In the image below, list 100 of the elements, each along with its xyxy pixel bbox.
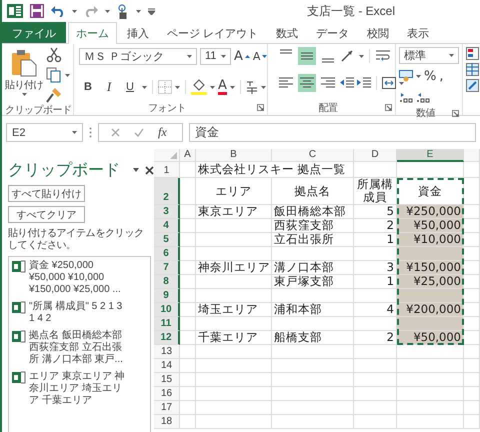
decrease-indent-icon[interactable] — [340, 77, 354, 89]
sheet-cell: 5 — [354, 205, 397, 219]
ribbon-tab[interactable]: ホーム — [68, 22, 117, 44]
pane-options-icon[interactable] — [133, 168, 139, 172]
table-format-icon[interactable] — [466, 63, 479, 76]
caret-icon[interactable] — [142, 86, 147, 88]
font-size-field[interactable]: 11 — [200, 48, 231, 64]
caret-icon[interactable] — [416, 74, 421, 78]
wrap-text-icon[interactable] — [375, 49, 391, 63]
close-icon[interactable] — [145, 166, 154, 174]
sheet-cell — [397, 401, 464, 415]
ribbon-tab[interactable]: 挿入 — [119, 22, 157, 43]
row-header[interactable]: 4 — [154, 219, 180, 233]
caret-icon[interactable] — [22, 93, 26, 96]
caret-icon[interactable] — [187, 54, 192, 58]
format-painter-icon[interactable] — [46, 87, 62, 103]
row-header[interactable]: 18 — [154, 415, 180, 429]
caret-icon[interactable] — [449, 54, 454, 57]
pane-button[interactable]: すべてクリア — [8, 206, 85, 223]
ribbon-tab[interactable]: データ — [308, 22, 358, 43]
sheet-cell — [180, 373, 196, 387]
sheet-cell — [354, 317, 397, 331]
row-header[interactable]: 5 — [154, 233, 180, 247]
formula-field[interactable]: 資金 — [189, 123, 476, 142]
grow-font-button[interactable]: A — [234, 48, 250, 64]
copy-icon[interactable] — [46, 67, 62, 83]
conditional-format-icon[interactable] — [466, 47, 479, 60]
font-color-button[interactable]: A — [218, 79, 227, 95]
drag-handle-icon[interactable] — [89, 127, 92, 138]
caret-icon[interactable] — [72, 10, 77, 12]
row-header[interactable]: 7 — [154, 261, 180, 275]
row-header[interactable]: 6 — [154, 247, 180, 261]
fill-color-icon[interactable] — [191, 79, 207, 95]
underline-button[interactable]: U — [121, 78, 139, 96]
clipboard-item[interactable]: エリア 東京エリア 神奈川エリア 埼玉エリア 千葉エリア — [29, 371, 131, 407]
caret-icon[interactable] — [65, 74, 70, 76]
increase-decimal-icon[interactable] — [399, 91, 413, 103]
column-header[interactable]: D — [354, 149, 397, 162]
paste-button[interactable]: 貼り付け — [5, 47, 43, 103]
row-header[interactable]: 15 — [154, 373, 180, 387]
column-header[interactable]: A — [180, 149, 196, 162]
merge-cells-icon[interactable] — [382, 77, 396, 89]
ribbon-tab[interactable]: ページ レイアウト — [159, 22, 266, 43]
phonetic-guide-icon[interactable] — [246, 80, 258, 94]
sheet-cell: 西荻窪支部 — [272, 219, 354, 233]
percent-button[interactable]: % — [424, 68, 436, 84]
increase-indent-icon[interactable] — [357, 77, 371, 89]
caret-icon[interactable] — [175, 86, 180, 88]
cell-styles-icon[interactable] — [466, 79, 479, 92]
row-header[interactable]: 13 — [154, 345, 180, 359]
caret-icon[interactable] — [136, 10, 141, 12]
caret-icon[interactable] — [210, 86, 215, 88]
caret-icon[interactable] — [230, 86, 235, 88]
decrease-decimal-icon[interactable] — [416, 91, 430, 103]
caret-icon[interactable] — [359, 54, 364, 58]
row-header[interactable]: 1 — [154, 162, 180, 178]
column-header[interactable]: E — [397, 149, 464, 162]
spreadsheet-app-icon[interactable] — [7, 3, 23, 19]
file-tab[interactable]: ファイル — [2, 22, 66, 43]
dialog-launcher-icon[interactable] — [257, 104, 264, 111]
save-icon[interactable] — [30, 4, 44, 18]
row-header[interactable]: 14 — [154, 359, 180, 373]
name-box[interactable]: E2 — [6, 123, 83, 142]
caret-icon[interactable] — [105, 10, 110, 12]
customize-toolbar-icon[interactable] — [148, 8, 155, 14]
pane-button[interactable]: すべて貼り付け — [8, 185, 85, 202]
ribbon-tab[interactable]: 数式 — [268, 22, 306, 43]
dialog-launcher-icon[interactable] — [385, 104, 392, 111]
cut-icon[interactable] — [46, 47, 62, 63]
font-field[interactable]: ＭＳ Ｐゴシック — [79, 48, 197, 64]
column-header[interactable]: C — [272, 149, 354, 162]
column-header[interactable]: B — [196, 149, 272, 162]
row-header[interactable]: 12 — [154, 331, 180, 345]
caret-icon[interactable] — [221, 54, 226, 58]
undo-icon[interactable] — [51, 5, 65, 17]
comma-button[interactable]: , — [439, 68, 444, 84]
row-header[interactable]: 8 — [154, 275, 180, 289]
row-header[interactable]: 17 — [154, 401, 180, 415]
bold-button[interactable]: B — [79, 78, 97, 96]
dialog-launcher-icon[interactable] — [452, 110, 459, 116]
touch-mode-icon[interactable] — [117, 4, 129, 18]
row-header[interactable]: 10 — [154, 303, 180, 317]
ribbon-tab[interactable]: 表示 — [399, 22, 438, 43]
clipboard-item[interactable]: 資金 ¥250,000 ¥50,000 ¥10,000 ¥150,000 ¥25,000 ... — [29, 260, 131, 296]
number-format-field[interactable]: 標準 — [399, 47, 459, 64]
ribbon-tab[interactable]: 校閲 — [359, 22, 398, 43]
shrink-font-button[interactable]: A — [252, 50, 268, 62]
row-header[interactable]: 11 — [154, 317, 180, 331]
row-header[interactable]: 9 — [154, 289, 180, 303]
row-header[interactable]: 3 — [154, 205, 180, 219]
row-header[interactable]: 16 — [154, 387, 180, 401]
accounting-format-icon[interactable] — [399, 70, 413, 82]
row-header[interactable]: 2 — [154, 178, 180, 205]
clipboard-item[interactable]: "所属 構成員" 5 2 1 3 1 4 2 — [29, 301, 131, 325]
clipboard-item[interactable]: 拠点名 飯田橋総本部西荻窪支部 立石出張所 溝ノ口本部 東戸... — [29, 330, 131, 366]
insert-function-button[interactable]: fx — [158, 125, 167, 140]
italic-button[interactable]: I — [100, 78, 118, 96]
caret-icon[interactable] — [72, 131, 77, 134]
caret-icon[interactable] — [260, 86, 266, 88]
caret-icon[interactable] — [399, 82, 404, 84]
